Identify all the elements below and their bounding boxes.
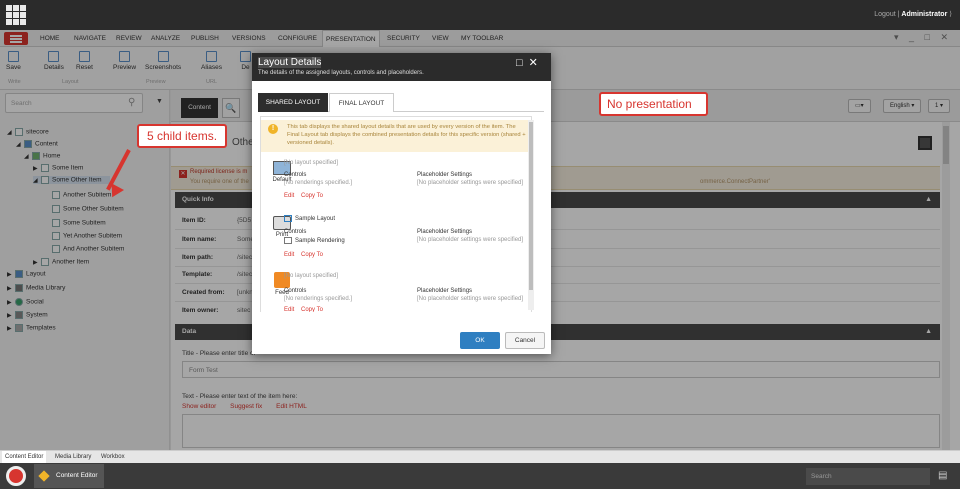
apps-grid-icon[interactable] [6,5,26,25]
layout-value: [No layout specified] [284,273,339,279]
child-items-callout: 5 child items. [137,124,228,148]
close-icon[interactable]: ✕ [529,57,544,69]
edit-link[interactable]: Edit [284,252,294,258]
taskbar-menu-icon[interactable]: ▤ [938,470,950,482]
controls-value: [No renderings specified.] [284,180,353,186]
copy-to-link[interactable]: Copy To [301,252,323,258]
cancel-button[interactable]: Cancel [505,332,545,349]
tab-shared-layout[interactable]: SHARED LAYOUT [258,93,328,112]
dialog-title: Layout Details [258,57,322,68]
layout-value: Sample Layout [284,215,335,222]
dialog-window-controls[interactable]: □✕ [516,56,544,69]
controls-label: Controls [284,172,307,178]
placeholder-value: [No placeholder settings were specified] [417,237,524,243]
placeholder-value: [No placeholder settings were specified] [417,296,524,302]
maximize-icon[interactable]: □ [516,57,529,69]
top-bar [0,0,960,30]
placeholder-label: Placeholder Settings [417,229,473,235]
logout-link[interactable]: Logout [874,11,895,18]
rendering-name: Sample Rendering [295,238,345,245]
controls-value: [No renderings specified.] [284,296,353,302]
panel-scrollbar-thumb[interactable] [529,122,533,290]
layout-value: [No layout specified] [284,160,339,166]
user-links: Logout | Administrator ⟩ [874,10,952,18]
layout-name: Sample Layout [295,216,336,223]
rendering-icon [284,237,292,244]
no-presentation-callout: No presentation [599,92,708,116]
user-name[interactable]: Administrator [901,11,947,18]
taskbar-search-input[interactable]: Search [806,468,930,485]
layout-icon [284,215,292,222]
copy-to-link[interactable]: Copy To [301,193,323,199]
edit-link[interactable]: Edit [284,193,294,199]
placeholder-label: Placeholder Settings [417,288,473,294]
panel-clip [260,312,532,316]
placeholder-value: [No placeholder settings were specified] [417,180,524,186]
ok-button[interactable]: OK [460,332,500,349]
info-icon: ! [268,124,278,134]
info-message: This tab displays the shared layout deta… [261,120,531,152]
separator: | [897,11,900,18]
tab-final-layout[interactable]: FINAL LAYOUT [329,93,394,112]
exit-icon[interactable]: ⟩ [949,11,952,18]
controls-value: Sample Rendering [284,237,345,244]
sitecore-logo-icon[interactable] [6,466,26,486]
dialog-subtitle: The details of the assigned layouts, con… [258,70,424,76]
bottom-tab-bar: Content Editor Media Library Workbox [0,450,960,464]
controls-label: Controls [284,229,307,235]
controls-label: Controls [284,288,307,294]
placeholder-label: Placeholder Settings [417,172,473,178]
